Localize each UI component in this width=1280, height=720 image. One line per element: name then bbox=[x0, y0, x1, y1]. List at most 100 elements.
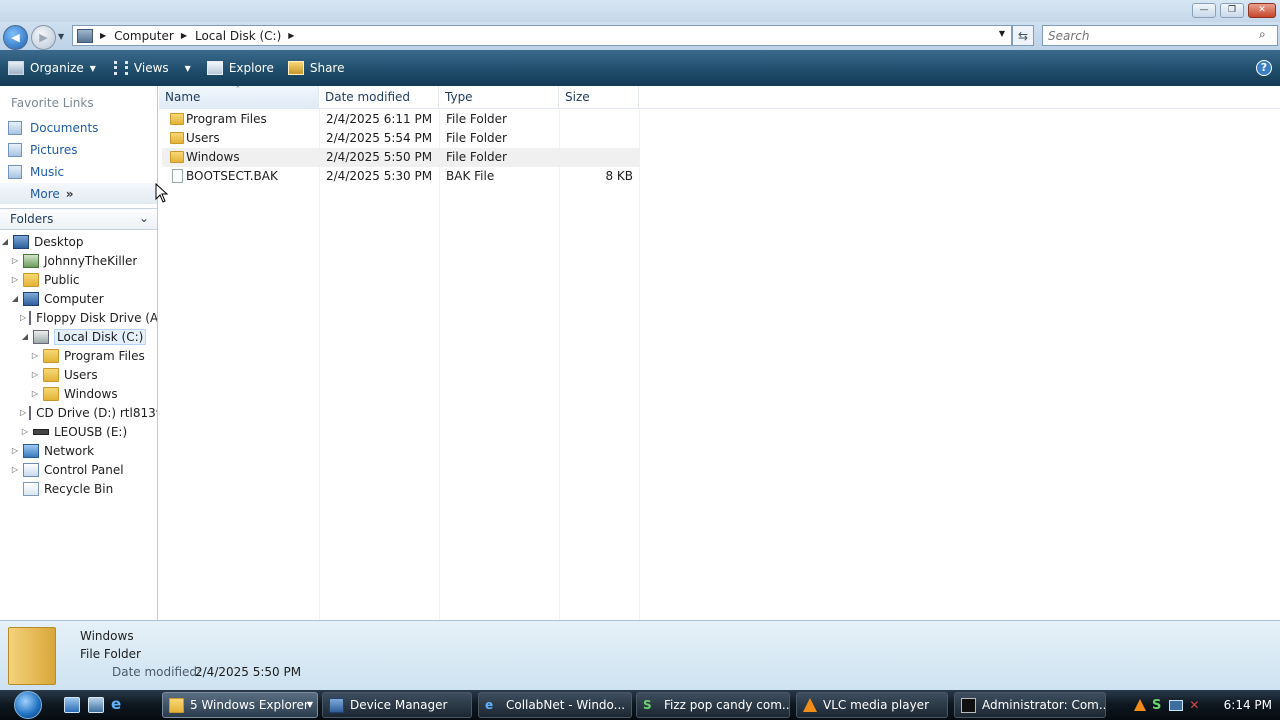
tree-item-local-disk[interactable]: ◢ Local Disk (C:) bbox=[20, 327, 147, 346]
task-label: CollabNet - Windo... bbox=[506, 698, 626, 712]
breadcrumb-separator-icon[interactable]: ▶ bbox=[100, 31, 106, 40]
tree-item-desktop[interactable]: ◢ Desktop bbox=[0, 232, 84, 251]
expand-icon[interactable]: ▷ bbox=[20, 408, 26, 417]
expand-icon[interactable]: ▷ bbox=[10, 465, 20, 474]
show-desktop-icon[interactable] bbox=[64, 697, 80, 713]
task-label: Device Manager bbox=[350, 698, 448, 712]
tree-item-cd-drive[interactable]: ▷ CD Drive (D:) rtl8139 bbox=[20, 403, 157, 422]
recycle-bin-icon bbox=[23, 481, 39, 496]
tree-item-usb-drive[interactable]: ▷ LEOUSB (E:) bbox=[20, 422, 127, 441]
desktop-icon bbox=[13, 234, 29, 249]
column-header-label: Size bbox=[565, 90, 590, 104]
breadcrumb-computer[interactable]: Computer bbox=[114, 29, 174, 43]
organize-label: Organize bbox=[30, 61, 84, 75]
minimize-button[interactable]: — bbox=[1192, 3, 1216, 18]
file-row[interactable]: Program Files 2/4/2025 6:11 PM File Fold… bbox=[162, 110, 639, 129]
breadcrumb-local-disk[interactable]: Local Disk (C:) bbox=[195, 29, 281, 43]
tree-item-public[interactable]: ▷ Public bbox=[10, 270, 80, 289]
refresh-button[interactable]: ⇆ bbox=[1012, 25, 1034, 46]
expand-icon[interactable]: ▷ bbox=[10, 446, 20, 455]
back-button[interactable]: ◀ bbox=[3, 25, 28, 50]
taskbar-item-fizz-pop[interactable]: S Fizz pop candy com... bbox=[636, 692, 790, 718]
app-tray-icon[interactable]: S bbox=[1152, 698, 1161, 713]
collapse-icon[interactable]: ◢ bbox=[10, 294, 20, 303]
folders-header[interactable]: Folders ⌄ bbox=[0, 208, 157, 230]
network-tray-icon[interactable] bbox=[1169, 699, 1184, 711]
file-type: File Folder bbox=[446, 112, 507, 126]
vlc-tray-icon[interactable] bbox=[1134, 699, 1146, 711]
explore-button[interactable]: Explore bbox=[206, 61, 274, 75]
taskbar-item-windows-explorer[interactable]: 5 Windows Explorer ▼ bbox=[162, 692, 318, 718]
clock[interactable]: 6:14 PM bbox=[1224, 698, 1272, 712]
organize-button[interactable]: Organize ▼ bbox=[8, 61, 96, 75]
navigation-pane: Favorite Links Documents Pictures Music … bbox=[0, 86, 158, 620]
taskbar-item-device-manager[interactable]: Device Manager bbox=[322, 692, 472, 718]
mouse-cursor-icon bbox=[155, 183, 169, 203]
collapse-icon[interactable]: ◢ bbox=[20, 332, 30, 341]
expand-icon[interactable]: ▷ bbox=[30, 351, 40, 360]
collapse-icon[interactable]: ◢ bbox=[0, 237, 10, 246]
search-icon[interactable]: ⌕ bbox=[1259, 27, 1273, 41]
expand-icon[interactable]: ▷ bbox=[30, 389, 40, 398]
expand-icon[interactable]: ▷ bbox=[20, 313, 26, 322]
task-group-dropdown-icon[interactable]: ▼ bbox=[307, 700, 313, 709]
expand-icon[interactable]: ▷ bbox=[10, 275, 20, 284]
file-row[interactable]: Users 2/4/2025 5:54 PM File Folder bbox=[162, 129, 639, 148]
favorite-link-documents[interactable]: Documents bbox=[8, 118, 156, 138]
explore-label: Explore bbox=[228, 61, 274, 75]
maximize-button[interactable]: ❐ bbox=[1220, 3, 1244, 18]
column-header-label: Type bbox=[445, 90, 473, 104]
tree-item-control-panel[interactable]: ▷ Control Panel bbox=[10, 460, 124, 479]
favorite-link-music[interactable]: Music bbox=[8, 162, 156, 182]
breadcrumb-separator-icon[interactable]: ▶ bbox=[181, 31, 187, 40]
file-name: Program Files bbox=[186, 112, 267, 126]
expand-icon[interactable]: ▷ bbox=[20, 427, 30, 436]
close-button[interactable]: ✕ bbox=[1248, 3, 1276, 18]
sort-ascending-icon: ⌃ bbox=[235, 85, 241, 93]
tree-item-program-files[interactable]: ▷ Program Files bbox=[30, 346, 145, 365]
tree-item-windows[interactable]: ▷ Windows bbox=[30, 384, 118, 403]
column-header-date[interactable]: Date modified bbox=[319, 86, 439, 109]
help-button[interactable]: ? bbox=[1256, 60, 1272, 76]
more-links-button[interactable]: More » bbox=[0, 183, 157, 204]
address-bar[interactable]: ▶ Computer ▶ Local Disk (C:) ▶ ▼ bbox=[72, 25, 1012, 46]
tree-item-computer[interactable]: ◢ Computer bbox=[10, 289, 104, 308]
start-button[interactable] bbox=[2, 690, 54, 720]
tree-item-floppy[interactable]: ▷ Floppy Disk Drive (A bbox=[20, 308, 157, 327]
tree-item-label: Program Files bbox=[64, 348, 145, 363]
pictures-icon bbox=[8, 143, 22, 157]
share-button[interactable]: Share bbox=[287, 61, 344, 75]
tree-item-users[interactable]: ▷ Users bbox=[30, 365, 98, 384]
address-dropdown-icon[interactable]: ▼ bbox=[999, 29, 1005, 38]
recent-pages-dropdown-icon[interactable]: ▼ bbox=[58, 32, 64, 41]
tree-item-recycle-bin[interactable]: Recycle Bin bbox=[10, 479, 113, 498]
switch-windows-icon[interactable] bbox=[88, 697, 104, 713]
views-button[interactable]: Views ▼ bbox=[113, 61, 191, 75]
search-input[interactable] bbox=[1042, 25, 1278, 46]
taskbar-item-cmd[interactable]: Administrator: Com... bbox=[954, 692, 1106, 718]
tree-item-user[interactable]: ▷ JohnnyTheKiller bbox=[10, 251, 137, 270]
column-header-size[interactable]: Size bbox=[559, 86, 639, 109]
taskbar-item-vlc[interactable]: VLC media player bbox=[796, 692, 948, 718]
column-header-name[interactable]: Name ⌃ bbox=[159, 85, 319, 109]
file-row[interactable]: Windows 2/4/2025 5:50 PM File Folder bbox=[162, 148, 639, 167]
tree-item-label: Control Panel bbox=[44, 462, 124, 477]
cd-drive-icon bbox=[29, 405, 32, 420]
favorite-link-pictures[interactable]: Pictures bbox=[8, 140, 156, 160]
file-type: File Folder bbox=[446, 131, 507, 145]
taskbar-item-collabnet[interactable]: e CollabNet - Windo... bbox=[478, 692, 632, 718]
expand-icon[interactable]: ▷ bbox=[30, 370, 40, 379]
address-row: ◀ ▶ ▼ ▶ Computer ▶ Local Disk (C:) ▶ ▼ ⇆ bbox=[0, 22, 1280, 50]
breadcrumb-separator-icon[interactable]: ▶ bbox=[288, 31, 294, 40]
file-row[interactable]: BOOTSECT.BAK 2/4/2025 5:30 PM BAK File 8… bbox=[162, 167, 639, 186]
volume-muted-icon[interactable]: ✕ bbox=[1189, 698, 1199, 712]
tree-item-label: Computer bbox=[44, 291, 104, 306]
column-header-type[interactable]: Type bbox=[439, 86, 559, 109]
expand-icon[interactable]: ▷ bbox=[10, 256, 20, 265]
tree-item-network[interactable]: ▷ Network bbox=[10, 441, 94, 460]
internet-explorer-icon[interactable]: e bbox=[111, 697, 127, 713]
folders-title: Folders bbox=[10, 212, 54, 226]
forward-button[interactable]: ▶ bbox=[31, 25, 56, 50]
documents-icon bbox=[8, 121, 22, 135]
tree-item-label: Local Disk (C:) bbox=[54, 328, 147, 345]
